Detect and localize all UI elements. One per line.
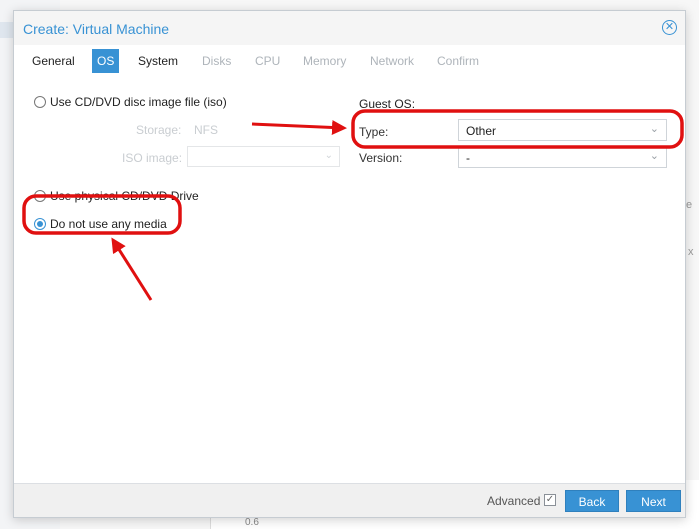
radio-label: Use CD/DVD disc image file (iso) xyxy=(50,95,227,109)
radio-no-media[interactable]: Do not use any media xyxy=(34,217,167,231)
radio-label: Do not use any media xyxy=(50,217,167,231)
radio-button[interactable] xyxy=(34,190,46,202)
os-panel: Use CD/DVD disc image file (iso) Storage… xyxy=(14,83,685,483)
background-axis-tick: 0.6 xyxy=(245,517,259,528)
next-button[interactable]: Next xyxy=(626,490,681,512)
radio-use-physical-drive[interactable]: Use physical CD/DVD Drive xyxy=(34,189,199,203)
tab-confirm[interactable]: Confirm xyxy=(437,49,479,73)
create-vm-dialog: Create: Virtual Machine ✕ General OS Sys… xyxy=(13,10,686,518)
os-version-value: - xyxy=(466,151,470,165)
tab-memory[interactable]: Memory xyxy=(303,49,346,73)
radio-use-iso[interactable]: Use CD/DVD disc image file (iso) xyxy=(34,95,227,109)
radio-label: Use physical CD/DVD Drive xyxy=(50,189,199,203)
tab-disks[interactable]: Disks xyxy=(202,49,231,73)
iso-image-select[interactable]: ⌄ xyxy=(187,146,340,167)
tab-cpu[interactable]: CPU xyxy=(255,49,280,73)
version-label: Version: xyxy=(359,151,403,165)
dialog-title: Create: Virtual Machine xyxy=(23,21,170,37)
advanced-label: Advanced xyxy=(487,494,541,508)
storage-value: NFS xyxy=(194,123,218,137)
chevron-down-icon: ⌄ xyxy=(649,150,659,162)
iso-image-label: ISO image: xyxy=(122,151,183,165)
close-icon[interactable]: ✕ xyxy=(662,20,677,35)
dialog-header: Create: Virtual Machine ✕ xyxy=(14,11,685,45)
chevron-down-icon: ⌄ xyxy=(649,123,659,135)
radio-button-checked[interactable] xyxy=(34,218,46,230)
os-type-value: Other xyxy=(466,124,497,138)
type-label: Type: xyxy=(359,125,389,139)
advanced-checkbox[interactable]: ✓ xyxy=(544,494,556,506)
wizard-tabs: General OS System Disks CPU Memory Netwo… xyxy=(14,49,685,75)
os-type-select[interactable]: Other ⌄ xyxy=(458,119,667,141)
os-version-select[interactable]: - ⌄ xyxy=(458,146,667,168)
guest-os-heading: Guest OS: xyxy=(359,97,416,111)
radio-button[interactable] xyxy=(34,96,46,108)
back-button[interactable]: Back xyxy=(565,490,619,512)
background-text-fragment: e xyxy=(686,199,693,211)
tab-network[interactable]: Network xyxy=(370,49,414,73)
storage-label: Storage: xyxy=(136,123,182,137)
background-text-fragment: x xyxy=(688,246,694,258)
dialog-footer: Advanced ✓ Back Next xyxy=(14,483,685,517)
tab-general[interactable]: General xyxy=(32,49,75,73)
chevron-down-icon: ⌄ xyxy=(324,150,333,161)
tab-os[interactable]: OS xyxy=(92,49,120,73)
tab-system[interactable]: System xyxy=(138,49,178,73)
